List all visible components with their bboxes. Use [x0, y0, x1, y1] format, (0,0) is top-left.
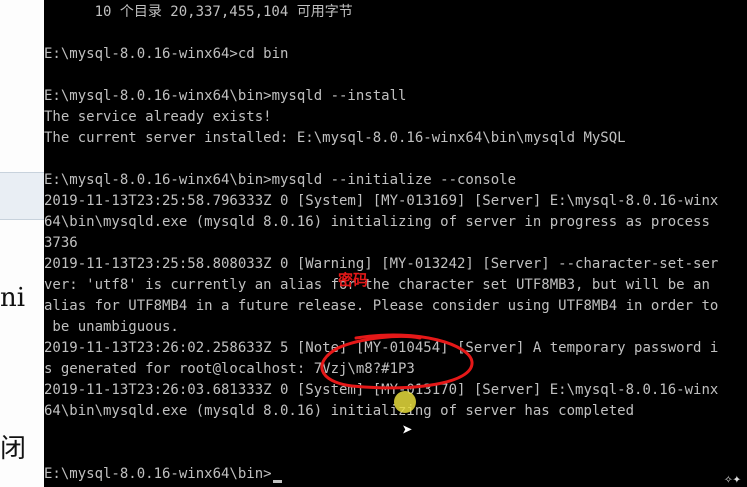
console-line: 3736: [44, 235, 78, 251]
console-line: 2019-11-13T23:25:58.808033Z 0 [Warning] …: [44, 256, 719, 272]
background-toolbar-band: [0, 172, 44, 220]
console-line: 64\bin\mysqld.exe (mysqld 8.0.16) initia…: [44, 214, 710, 230]
console-line: The current server installed: E:\mysql-8…: [44, 130, 626, 146]
console-line: E:\mysql-8.0.16-winx64\bin>mysqld --inst…: [44, 88, 407, 104]
background-window: ni 闭: [0, 0, 44, 487]
console-line: E:\mysql-8.0.16-winx64\bin>: [44, 466, 272, 482]
console-line: 2019-11-13T23:26:02.258633Z 5 [Note] [MY…: [44, 340, 719, 356]
console-line: s generated for root@localhost: 7Vzj\m8?…: [44, 361, 415, 377]
console-line: E:\mysql-8.0.16-winx64\bin>mysqld --init…: [44, 172, 517, 188]
console-line: ver: 'utf8' is currently an alias for th…: [44, 277, 710, 293]
mouse-highlight: [394, 391, 416, 413]
sparkle-icon: ✧✦: [724, 471, 741, 487]
console-line: E:\mysql-8.0.16-winx64>cd bin: [44, 46, 289, 62]
console-line: alias for UTF8MB4 in a future release. P…: [44, 298, 719, 314]
console-window[interactable]: 10 个目录 20,337,455,104 可用字节 E:\mysql-8.0.1…: [44, 0, 747, 487]
handwritten-note: 密码: [338, 271, 369, 289]
console-line: 2019-11-13T23:25:58.796333Z 0 [System] […: [44, 193, 719, 209]
console-line: 64\bin\mysqld.exe (mysqld 8.0.16) initia…: [44, 403, 635, 419]
console-line: The service already exists!: [44, 109, 272, 125]
background-text-fragment: ni: [0, 283, 26, 313]
console-line: 10 个目录 20,337,455,104 可用字节: [44, 4, 353, 20]
mouse-pointer-icon: ➤: [402, 420, 413, 441]
background-text-fragment: 闭: [0, 434, 27, 464]
console-line: be unambiguous.: [44, 319, 179, 335]
console-line: 2019-11-13T23:26:03.681333Z 0 [System] […: [44, 382, 719, 398]
text-cursor: [272, 480, 282, 483]
